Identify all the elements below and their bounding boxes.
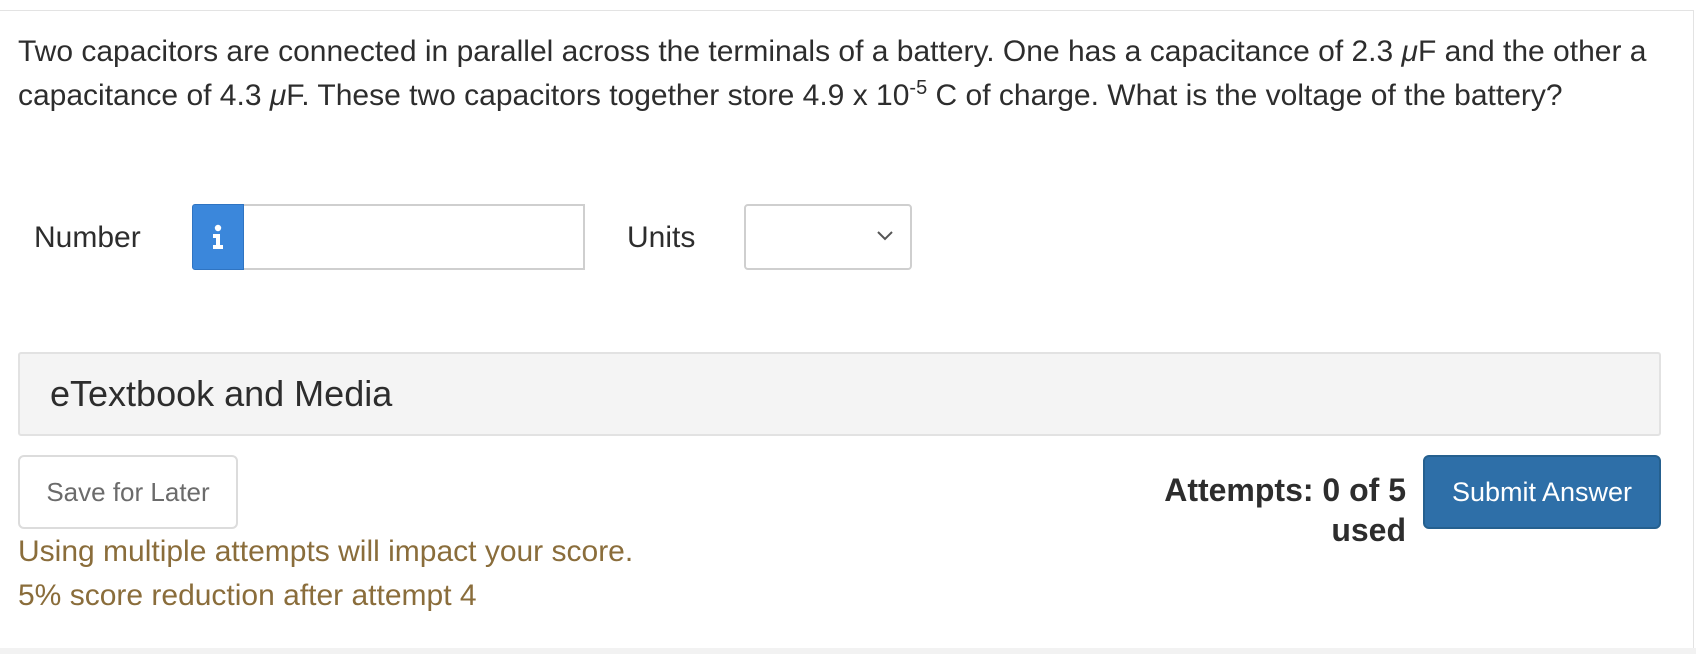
micro-symbol: μ	[1401, 35, 1418, 68]
save-for-later-button[interactable]: Save for Later	[18, 455, 238, 529]
attempts-counter: Attempts: 0 of 5 used	[1164, 472, 1406, 548]
submit-answer-button[interactable]: Submit Answer	[1423, 455, 1661, 529]
info-button[interactable]	[192, 204, 244, 270]
question-text-part: F. These two capacitors together store 4…	[286, 79, 910, 112]
score-reduction-note: 5% score reduction after attempt 4	[18, 579, 477, 612]
etextbook-media-toggle[interactable]: eTextbook and Media	[18, 352, 1661, 436]
micro-symbol: μ	[269, 79, 287, 112]
number-input[interactable]	[244, 204, 585, 270]
question-text-part: C of charge. What is the voltage of the …	[927, 79, 1563, 112]
question-text: Two capacitors are connected in parallel…	[18, 30, 1658, 118]
bottom-divider	[0, 648, 1696, 654]
etextbook-media-label: eTextbook and Media	[50, 373, 393, 414]
number-label: Number	[34, 221, 141, 254]
info-icon	[213, 224, 223, 249]
units-label: Units	[627, 221, 696, 254]
exponent: -5	[909, 77, 928, 99]
units-select[interactable]	[744, 204, 912, 270]
question-text-part: Two capacitors are connected in parallel…	[18, 35, 1402, 68]
attempts-warning: Using multiple attempts will impact your…	[18, 535, 634, 568]
chevron-down-icon	[877, 231, 893, 241]
